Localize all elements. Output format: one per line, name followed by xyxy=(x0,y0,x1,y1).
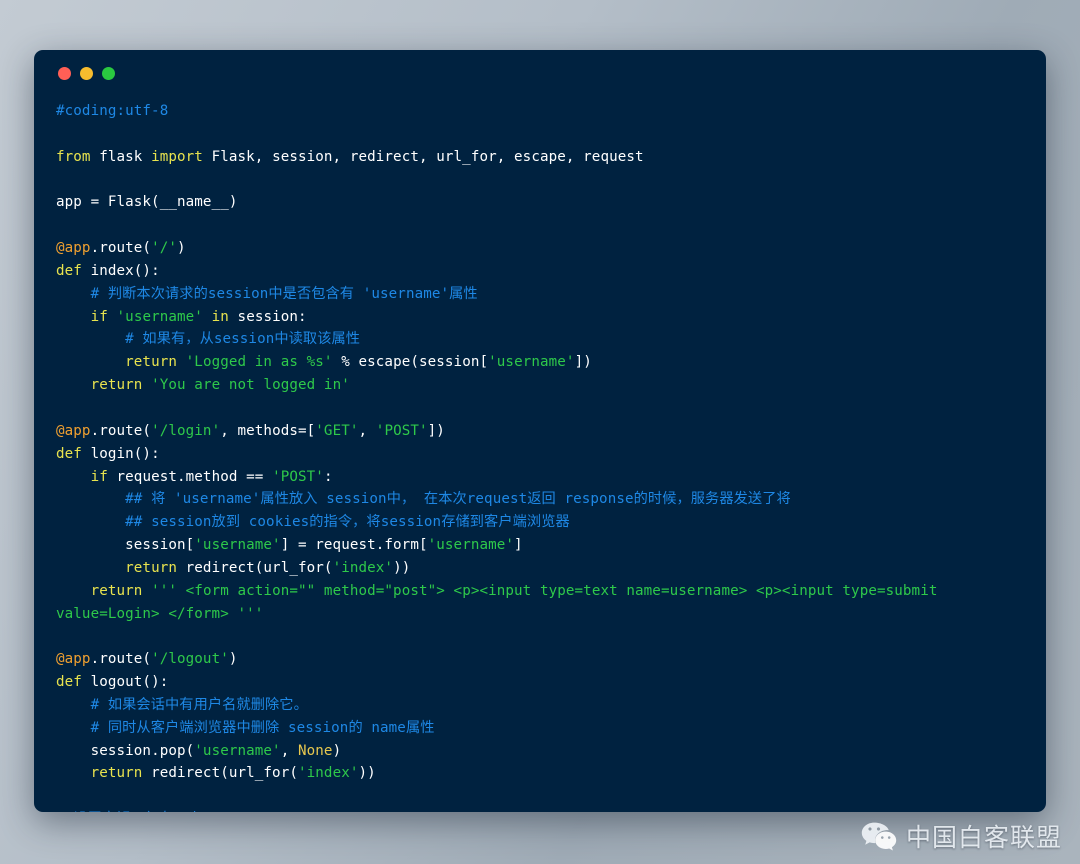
zoom-button-icon[interactable] xyxy=(102,66,115,80)
wechat-icon xyxy=(861,822,897,851)
watermark-label: 中国白客联盟 xyxy=(905,822,1062,852)
watermark: 中国白客联盟 xyxy=(861,822,1062,852)
minimize-button-icon[interactable] xyxy=(80,66,93,80)
code-editor-area[interactable]: #coding:utf-8 from flask import Flask, s… xyxy=(34,96,1046,812)
code-window: #coding:utf-8 from flask import Flask, s… xyxy=(34,50,1046,812)
close-button-icon[interactable] xyxy=(58,66,71,80)
window-titlebar xyxy=(34,50,1046,96)
source-code[interactable]: #coding:utf-8 from flask import Flask, s… xyxy=(56,100,1024,812)
screenshot-root: #coding:utf-8 from flask import Flask, s… xyxy=(0,0,1080,864)
